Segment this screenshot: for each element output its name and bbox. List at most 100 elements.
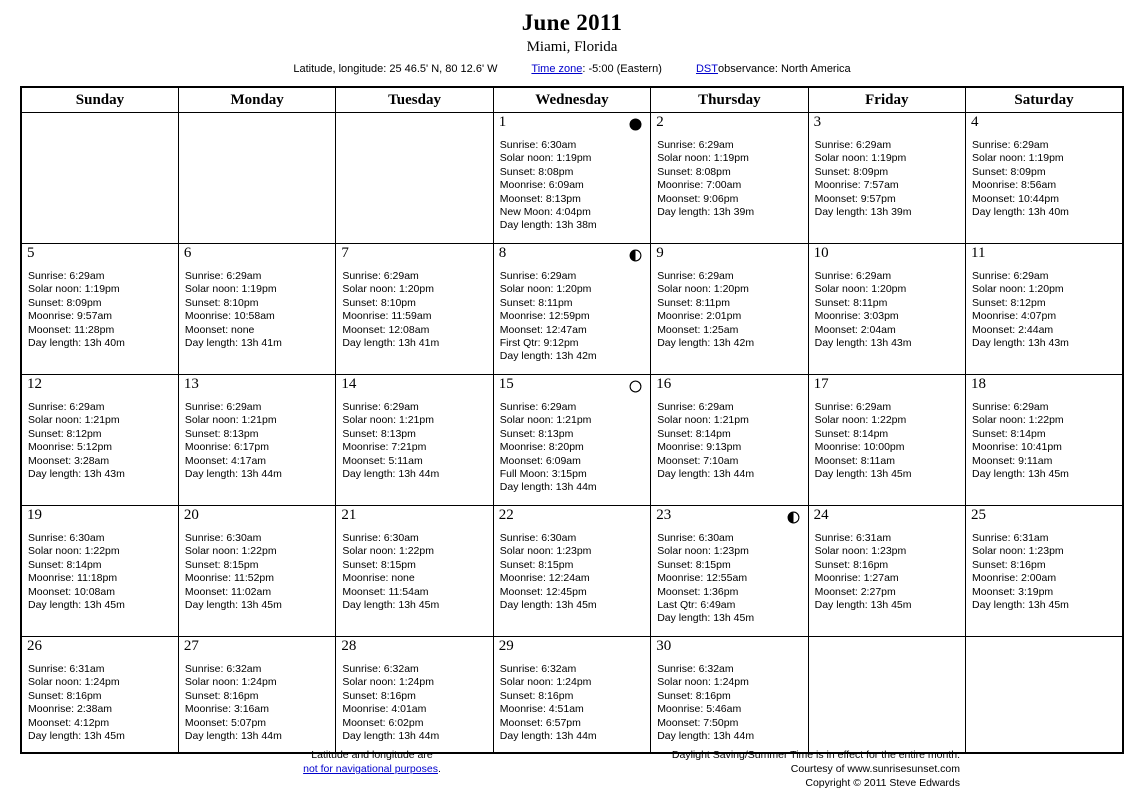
calendar-day-cell[interactable]: 19 Sunrise: 6:30am Solar noon: 1:22pm Sunse…	[20, 505, 179, 637]
calendar-day-cell[interactable]: 11 Sunrise: 6:29am Solar noon: 1:20pm Sunse…	[965, 243, 1124, 375]
day-details: Sunrise: 6:32am Solar noon: 1:24pm Sunset:…	[500, 663, 647, 743]
weekday-header-wednesday: Wednesday	[492, 86, 652, 113]
day-detail-line: Moonset: 6:09am	[499, 454, 581, 467]
calendar-page: June 2011 Miami, Florida Latitude, longi…	[0, 0, 1144, 798]
calendar-day-cell[interactable]: 17 Sunrise: 6:29am Solar noon: 1:22pm Sunse…	[807, 374, 967, 506]
day-detail-line: Moonrise: 3:16am	[184, 703, 269, 716]
day-detail-line: Solar noon: 1:23pm	[657, 545, 749, 558]
calendar-day-cell[interactable]: 23 Sunrise: 6:30am Solar noon: 1:23pm Sunse…	[650, 505, 809, 637]
day-details: Sunrise: 6:29am Solar noon: 1:21pm Sunset:…	[185, 401, 332, 481]
calendar-day-cell[interactable]: 9 Sunrise: 6:29am Solar noon: 1:20pm Sunset…	[650, 243, 809, 375]
calendar-day-cell[interactable]: 3 Sunrise: 6:29am Solar noon: 1:19pm Sunset…	[807, 112, 967, 244]
calendar-day-cell[interactable]: 12 Sunrise: 6:29am Solar noon: 1:21pm Sunse…	[20, 374, 179, 506]
day-number: 2	[656, 114, 664, 130]
day-detail-line: Moonrise: 10:58am	[184, 310, 275, 323]
day-detail-line: Sunrise: 6:30am	[499, 139, 577, 151]
calendar-day-cell[interactable]: 29 Sunrise: 6:32am Solar noon: 1:24pm Sunse…	[492, 636, 652, 754]
day-detail-line: Sunset: 8:09pm	[972, 165, 1046, 178]
calendar-day-cell[interactable]: 16 Sunrise: 6:29am Solar noon: 1:21pm Sunse…	[650, 374, 809, 506]
day-detail-line: Sunset: 8:16pm	[184, 689, 259, 702]
calendar-day-cell[interactable]: 13 Sunrise: 6:29am Solar noon: 1:21pm Sunse…	[177, 374, 337, 506]
day-detail-line: Day length: 13h 40m	[972, 206, 1069, 219]
day-number: 6	[183, 245, 192, 261]
calendar-day-cell[interactable]: 21 Sunrise: 6:30am Solar noon: 1:22pm Sunse…	[335, 505, 494, 637]
day-number: 21	[341, 507, 357, 523]
day-number: 17	[813, 376, 829, 392]
day-detail-line: Moonset: 11:02am	[184, 585, 272, 598]
day-detail-line: Day length: 13h 44m	[499, 730, 597, 743]
calendar-day-cell[interactable]: 7 Sunrise: 6:29am Solar noon: 1:20pm Sunset…	[335, 243, 494, 375]
geo-info-line: Latitude, longitude: 25 46.5' N, 80 12.6…	[0, 61, 1144, 77]
weekday-header-saturday: Saturday	[965, 86, 1124, 113]
calendar-day-cell[interactable]: 27 Sunrise: 6:32am Solar noon: 1:24pm Sunse…	[177, 636, 337, 754]
day-detail-line: Moonset: 1:36pm	[657, 585, 739, 598]
day-detail-line: Sunset: 8:14pm	[657, 427, 731, 440]
day-detail-line: Moonrise: 10:41pm	[972, 441, 1062, 454]
day-detail-line: Day length: 13h 45m	[28, 599, 125, 612]
calendar-day-cell[interactable]: 25 Sunrise: 6:31am Solar noon: 1:23pm Sunse…	[965, 505, 1124, 637]
day-detail-line: Sunset: 8:15pm	[657, 558, 731, 571]
day-detail-line: Sunrise: 6:29am	[814, 139, 892, 151]
day-detail-line: Sunset: 8:16pm	[814, 558, 889, 571]
day-detail-line: Day length: 13h 41m	[184, 337, 282, 350]
day-number: 23	[656, 507, 672, 523]
day-detail-line: Sunrise: 6:29am	[184, 270, 262, 282]
day-detail-line: Sunset: 8:08pm	[499, 165, 574, 178]
day-detail-line: Moonrise: 4:01am	[342, 703, 427, 716]
calendar-day-cell[interactable]: 28 Sunrise: 6:32am Solar noon: 1:24pm Sunse…	[335, 636, 494, 754]
calendar-day-cell[interactable]: 20 Sunrise: 6:30am Solar noon: 1:22pm Sunse…	[177, 505, 337, 637]
footer-period: .	[437, 763, 441, 775]
navigational-purposes-link[interactable]: not for navigational purposes	[303, 763, 438, 775]
day-detail-line: Day length: 13h 38m	[499, 219, 597, 232]
day-number: 16	[656, 376, 672, 392]
calendar-day-cell[interactable]: 18 Sunrise: 6:29am Solar noon: 1:22pm Sunse…	[965, 374, 1124, 506]
day-detail-line: Sunset: 8:15pm	[184, 558, 259, 571]
day-detail-line: Solar noon: 1:24pm	[342, 676, 434, 689]
day-detail-line: Sunset: 8:09pm	[814, 165, 889, 178]
day-detail-line: Solar noon: 1:19pm	[657, 152, 749, 165]
calendar-day-cell[interactable]: 4 Sunrise: 6:29am Solar noon: 1:19pm Sunset…	[965, 112, 1124, 244]
day-details: Sunrise: 6:30am Solar noon: 1:22pm Sunset:…	[28, 532, 175, 612]
day-detail-line: Sunset: 8:14pm	[972, 427, 1046, 440]
time-zone-link[interactable]: Time zone	[531, 63, 582, 75]
calendar-day-cell[interactable]: 6 Sunrise: 6:29am Solar noon: 1:19pm Sunset…	[177, 243, 337, 375]
calendar-day-cell[interactable]: 8 Sunrise: 6:29am Solar noon: 1:20pm Sunset…	[492, 243, 652, 375]
weekday-header-row: Sunday Monday Tuesday Wednesday Thursday…	[20, 86, 1124, 113]
calendar-day-cell[interactable]: 22 Sunrise: 6:30am Solar noon: 1:23pm Sunse…	[492, 505, 652, 637]
calendar-week-row: 12 Sunrise: 6:29am Solar noon: 1:21pm Sunse…	[20, 374, 1124, 506]
day-detail-line: Day length: 13h 40m	[28, 337, 125, 350]
day-detail-line: Moonrise: 6:09am	[499, 179, 584, 192]
calendar-day-cell[interactable]: 15 Sunrise: 6:29am Solar noon: 1:21pm Sunse…	[492, 374, 652, 506]
calendar-day-cell[interactable]: 24 Sunrise: 6:31am Solar noon: 1:23pm Sunse…	[807, 505, 967, 637]
day-detail-line: Moonrise: 8:20pm	[499, 441, 584, 454]
calendar-day-cell[interactable]: 2 Sunrise: 6:29am Solar noon: 1:19pm Sunset…	[650, 112, 809, 244]
calendar-day-cell[interactable]: 10 Sunrise: 6:29am Solar noon: 1:20pm Sunse…	[807, 243, 967, 375]
footer-copyright: Copyright © 2011 Steve Edwards	[805, 777, 960, 789]
calendar-day-cell[interactable]: 14 Sunrise: 6:29am Solar noon: 1:21pm Sunse…	[335, 374, 494, 506]
day-detail-line: Moonset: 11:28pm	[28, 323, 115, 336]
calendar-day-cell[interactable]: 26 Sunrise: 6:31am Solar noon: 1:24pm Sunse…	[20, 636, 179, 754]
calendar-day-cell[interactable]: 1 Sunrise: 6:30am Solar noon: 1:19pm Sunset…	[492, 112, 652, 244]
day-detail-line: Day length: 13h 45m	[657, 612, 755, 625]
day-details: Sunrise: 6:29am Solar noon: 1:21pm Sunset:…	[500, 401, 647, 495]
day-detail-line: Moonrise: 1:27am	[814, 572, 899, 585]
day-detail-line: Sunset: 8:09pm	[28, 296, 102, 309]
day-number: 26	[27, 638, 42, 654]
day-details: Sunrise: 6:29am Solar noon: 1:21pm Sunset:…	[342, 401, 489, 481]
last-quarter-moon-icon	[787, 511, 800, 524]
day-details: Sunrise: 6:29am Solar noon: 1:19pm Sunset:…	[185, 270, 332, 350]
dst-link[interactable]: DST	[696, 63, 718, 75]
day-number: 12	[27, 376, 42, 392]
day-detail-line: Sunrise: 6:29am	[28, 401, 105, 413]
calendar-day-cell[interactable]: 30 Sunrise: 6:32am Solar noon: 1:24pm Sunse…	[650, 636, 809, 754]
day-number: 25	[971, 507, 987, 523]
full-moon-icon	[629, 380, 642, 393]
day-detail-line: Sunset: 8:16pm	[657, 689, 731, 702]
day-detail-line: Sunset: 8:11pm	[814, 296, 888, 309]
calendar-container: Sunday Monday Tuesday Wednesday Thursday…	[20, 86, 1124, 754]
weekday-header-monday: Monday	[177, 86, 337, 113]
calendar-day-cell[interactable]: 5 Sunrise: 6:29am Solar noon: 1:19pm Sunset…	[20, 243, 179, 375]
day-detail-line: Day length: 13h 44m	[657, 730, 755, 743]
day-detail-line: Moonset: 9:57pm	[814, 192, 896, 205]
day-detail-line: Moonset: 6:57pm	[499, 716, 581, 729]
